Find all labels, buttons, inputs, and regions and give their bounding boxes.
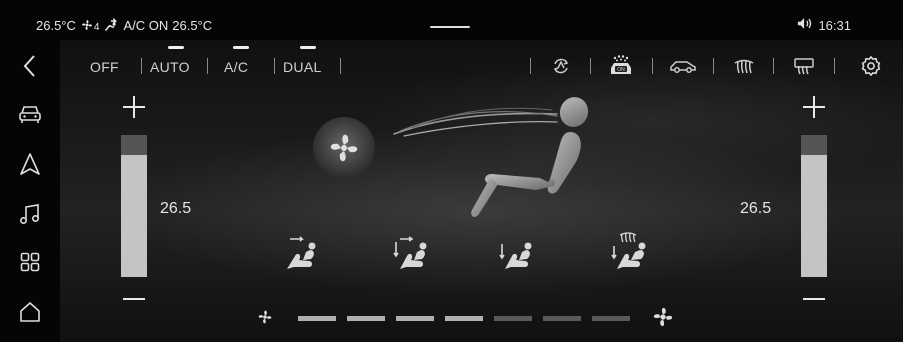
- divider: [713, 58, 714, 74]
- ac-indicator: [233, 46, 249, 49]
- airflow-face-button[interactable]: [282, 236, 322, 272]
- driver-temp-slider[interactable]: [121, 135, 147, 277]
- air-purifier-icon[interactable]: ON: [605, 54, 637, 78]
- dual-indicator: [300, 46, 316, 49]
- auto-indicator: [168, 46, 184, 49]
- apps-grid-icon[interactable]: [18, 250, 42, 274]
- dual-button[interactable]: DUAL: [283, 59, 322, 75]
- car-ventilation-icon[interactable]: [668, 54, 698, 78]
- fan-speed-segment[interactable]: [543, 316, 581, 321]
- front-defrost-icon[interactable]: [731, 54, 757, 78]
- home-indicator[interactable]: [430, 26, 470, 28]
- off-button[interactable]: OFF: [90, 59, 119, 75]
- fan-status-icon: 4: [80, 17, 100, 33]
- airflow-feet-button[interactable]: [496, 236, 536, 272]
- sidebar: [0, 40, 60, 342]
- fan-speed-decrease-icon[interactable]: [256, 308, 276, 328]
- car-icon[interactable]: [18, 102, 42, 126]
- fan-level: 4: [93, 22, 100, 33]
- divider: [530, 58, 531, 74]
- passenger-temp-slider[interactable]: [801, 135, 827, 277]
- fan-speed-segment[interactable]: [347, 316, 385, 321]
- fan-speed-segment[interactable]: [592, 316, 630, 321]
- fan-speed-segment[interactable]: [396, 316, 434, 321]
- music-icon[interactable]: [18, 202, 42, 226]
- volume-icon[interactable]: [797, 17, 813, 33]
- auto-button[interactable]: AUTO: [150, 59, 190, 75]
- passenger-temp-slider-cap: [801, 135, 827, 155]
- recirculation-icon[interactable]: [548, 54, 574, 78]
- airflow-face-feet-button[interactable]: [392, 236, 432, 272]
- driver-temp-increase-button[interactable]: [123, 96, 145, 118]
- fan-speed-segment[interactable]: [494, 316, 532, 321]
- divider: [141, 58, 142, 74]
- climate-status: 26.5°C 4 A/C ON 26.5°C: [36, 17, 213, 34]
- fan-speed-segment[interactable]: [445, 316, 483, 321]
- rear-defrost-icon[interactable]: [791, 54, 817, 78]
- airflow-feet-defrost-button[interactable]: [608, 230, 652, 272]
- fan-speed-segment[interactable]: [298, 316, 336, 321]
- divider: [834, 58, 835, 74]
- home-icon[interactable]: [18, 300, 42, 324]
- status-bar: 26.5°C 4 A/C ON 26.5°C 16:31: [0, 0, 903, 40]
- fan-icon[interactable]: [312, 116, 376, 180]
- airflow-status-icon: [103, 18, 119, 32]
- divider: [274, 58, 275, 74]
- navigation-icon[interactable]: [18, 152, 42, 176]
- divider: [773, 58, 774, 74]
- driver-temp-decrease-button[interactable]: [123, 288, 145, 310]
- passenger-temp-increase-button[interactable]: [803, 96, 825, 118]
- chevron-left-icon[interactable]: [18, 54, 42, 78]
- divider: [652, 58, 653, 74]
- seat-illustration: [462, 96, 602, 222]
- status-temp-right: 26.5°C: [172, 17, 213, 33]
- status-right: 16:31: [797, 17, 851, 33]
- divider: [590, 58, 591, 74]
- passenger-temp-decrease-button[interactable]: [803, 288, 825, 310]
- divider: [340, 58, 341, 74]
- divider: [207, 58, 208, 74]
- gear-icon[interactable]: [858, 54, 884, 78]
- driver-temp-slider-cap: [121, 135, 147, 155]
- fan-speed-increase-icon[interactable]: [650, 304, 676, 330]
- ac-button[interactable]: A/C: [224, 59, 248, 75]
- status-temp-left: 26.5°C: [36, 17, 76, 33]
- svg-text:ON: ON: [617, 67, 625, 73]
- clock: 16:31: [818, 17, 851, 33]
- ac-status: A/C ON: [123, 17, 169, 33]
- passenger-temp-value: 26.5: [740, 200, 772, 217]
- driver-temp-value: 26.5: [160, 200, 192, 217]
- climate-screen: 26.5°C 4 A/C ON 26.5°C 16:31 OFF AUTO A/…: [0, 0, 903, 342]
